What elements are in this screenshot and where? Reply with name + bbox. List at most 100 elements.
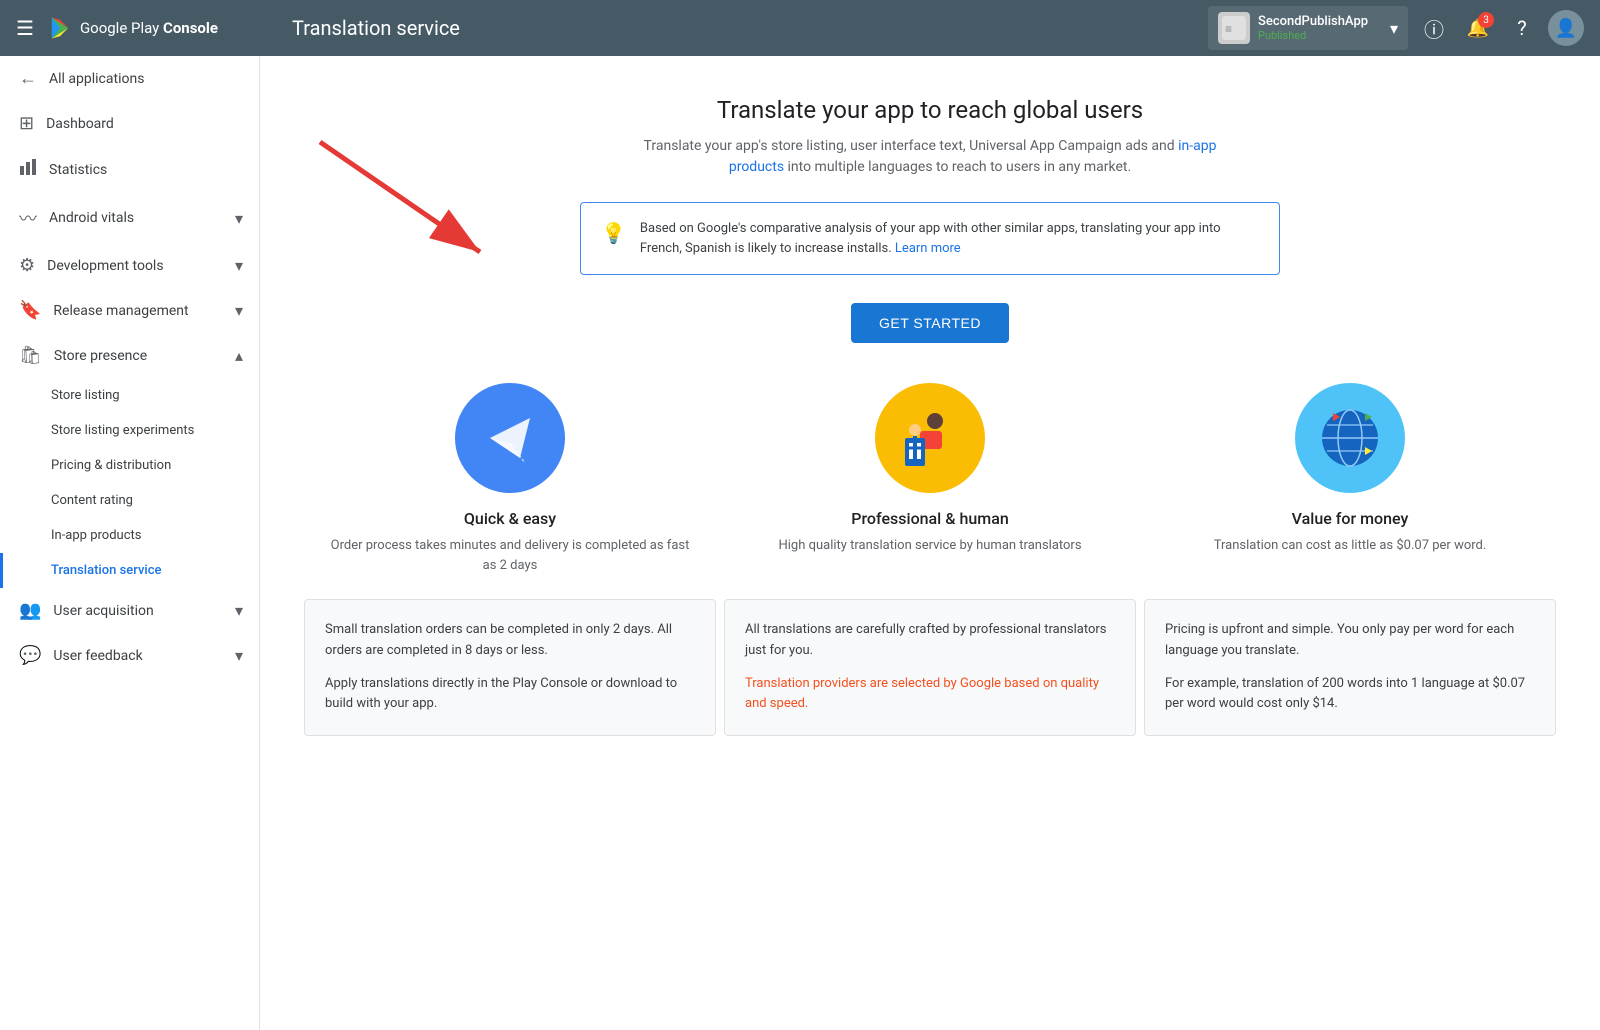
main-layout: ← All applications ⊞ Dashboard Statistic… xyxy=(0,56,1600,1030)
sidebar-sub-store-listing-experiments[interactable]: Store listing experiments xyxy=(0,413,259,448)
detail-card-value: Pricing is upfront and simple. You only … xyxy=(1144,599,1556,736)
detail-value-p1: Pricing is upfront and simple. You only … xyxy=(1165,620,1535,662)
feature-value-money: Value for money Translation can cost as … xyxy=(1140,383,1560,575)
sidebar-label-dashboard: Dashboard xyxy=(46,116,243,132)
info-box: 💡 Based on Google's comparative analysis… xyxy=(580,202,1280,275)
sidebar-label-android-vitals: Android vitals xyxy=(49,210,223,226)
detail-card-professional: All translations are carefully crafted b… xyxy=(724,599,1136,736)
bulb-icon: 💡 xyxy=(601,221,626,245)
release-management-icon: 🔖 xyxy=(19,300,41,321)
feature-professional-human-title: Professional & human xyxy=(744,509,1116,528)
detail-professional-p2: Translation providers are selected by Go… xyxy=(745,674,1115,716)
sidebar-label-release-management: Release management xyxy=(53,303,223,319)
info-text: Based on Google's comparative analysis o… xyxy=(640,219,1259,258)
feature-quick-easy: Quick & easy Order process takes minutes… xyxy=(300,383,720,575)
chevron-icon-4: ▴ xyxy=(235,346,243,365)
chevron-icon-3: ▾ xyxy=(235,301,243,320)
page-content: Translate your app to reach global users… xyxy=(260,56,1600,1030)
sidebar-item-user-feedback[interactable]: 💬 User feedback ▾ xyxy=(0,633,259,678)
app-info: SecondPublishApp Published xyxy=(1258,14,1382,42)
user-acquisition-icon: 👥 xyxy=(19,600,41,621)
quick-easy-icon xyxy=(455,383,565,493)
chevron-icon-2: ▾ xyxy=(235,256,243,275)
store-presence-icon: 🛍 xyxy=(19,345,42,366)
sidebar-sub-pricing-distribution[interactable]: Pricing & distribution xyxy=(0,448,259,483)
sidebar-sub-label-in-app-products: In-app products xyxy=(51,528,141,543)
logo-text: Google Play Console xyxy=(80,19,218,37)
sidebar-item-dashboard[interactable]: ⊞ Dashboard xyxy=(0,101,259,146)
logo-area: Google Play Console xyxy=(46,14,218,42)
android-vitals-icon: 〰 xyxy=(19,205,37,231)
sidebar: ← All applications ⊞ Dashboard Statistic… xyxy=(0,56,260,1030)
detail-value-p2: For example, translation of 200 words in… xyxy=(1165,674,1535,716)
chevron-icon: ▾ xyxy=(235,209,243,228)
sidebar-label-development-tools: Development tools xyxy=(47,258,223,274)
dashboard-icon: ⊞ xyxy=(19,113,34,134)
notification-icon[interactable]: 🔔 3 xyxy=(1460,10,1496,46)
learn-more-link[interactable]: Learn more xyxy=(895,241,961,256)
google-play-logo xyxy=(46,14,74,42)
app-name: SecondPublishApp xyxy=(1258,14,1382,29)
get-started-button[interactable]: GET STARTED xyxy=(851,303,1009,343)
content-area: Translate your app to reach global users… xyxy=(260,56,1600,1030)
professional-human-icon xyxy=(875,383,985,493)
app-icon: ≡ xyxy=(1218,12,1250,44)
sidebar-item-release-management[interactable]: 🔖 Release management ▾ xyxy=(0,288,259,333)
sidebar-sub-label-translation-service: Translation service xyxy=(51,563,161,578)
feature-professional-human: Professional & human High quality transl… xyxy=(720,383,1140,575)
hero-title: Translate your app to reach global users xyxy=(300,96,1560,124)
topbar: ☰ Google Play Console Translation servic… xyxy=(0,0,1600,56)
feature-quick-easy-title: Quick & easy xyxy=(324,509,696,528)
sidebar-label-user-feedback: User feedback xyxy=(53,648,223,664)
sidebar-label-statistics: Statistics xyxy=(49,162,243,178)
sidebar-item-store-presence[interactable]: 🛍 Store presence ▴ xyxy=(0,333,259,378)
translation-hero: Translate your app to reach global users… xyxy=(300,96,1560,178)
sidebar-item-back[interactable]: ← All applications xyxy=(0,56,259,101)
topbar-left: ☰ Google Play Console xyxy=(16,14,276,42)
statistics-icon xyxy=(19,158,37,181)
sidebar-back-label: All applications xyxy=(49,71,243,87)
help-circle-icon[interactable]: ⓘ xyxy=(1416,10,1452,46)
user-feedback-icon: 💬 xyxy=(19,645,41,666)
chevron-icon-5: ▾ xyxy=(235,601,243,620)
detail-professional-highlight: Translation providers are selected by Go… xyxy=(745,676,1099,712)
sidebar-sub-label-store-listing: Store listing xyxy=(51,388,120,403)
chevron-down-icon: ▾ xyxy=(1390,19,1398,38)
back-arrow-icon: ← xyxy=(19,68,37,89)
feature-value-money-title: Value for money xyxy=(1164,509,1536,528)
detail-quick-p1: Small translation orders can be complete… xyxy=(325,620,695,662)
sidebar-item-android-vitals[interactable]: 〰 Android vitals ▾ xyxy=(0,193,259,243)
hero-description: Translate your app's store listing, user… xyxy=(630,136,1230,178)
detail-quick-p2: Apply translations directly in the Play … xyxy=(325,674,695,716)
menu-icon[interactable]: ☰ xyxy=(16,16,34,40)
question-icon[interactable]: ? xyxy=(1504,10,1540,46)
sidebar-label-store-presence: Store presence xyxy=(54,348,223,364)
chevron-icon-6: ▾ xyxy=(235,646,243,665)
in-app-link[interactable]: in-app products xyxy=(729,138,1217,175)
feature-quick-easy-desc: Order process takes minutes and delivery… xyxy=(324,536,696,575)
value-money-icon xyxy=(1295,383,1405,493)
sidebar-sub-label-store-listing-experiments: Store listing experiments xyxy=(51,423,194,438)
topbar-right: ≡ SecondPublishApp Published ▾ ⓘ 🔔 3 ? 👤 xyxy=(1208,6,1584,50)
avatar[interactable]: 👤 xyxy=(1548,10,1584,46)
feature-value-money-desc: Translation can cost as little as $0.07 … xyxy=(1164,536,1536,556)
sidebar-sub-translation-service[interactable]: Translation service xyxy=(0,553,259,588)
sidebar-item-user-acquisition[interactable]: 👥 User acquisition ▾ xyxy=(0,588,259,633)
sidebar-sub-content-rating[interactable]: Content rating xyxy=(0,483,259,518)
app-selector[interactable]: ≡ SecondPublishApp Published ▾ xyxy=(1208,6,1408,50)
svg-text:≡: ≡ xyxy=(1225,22,1232,36)
feature-professional-human-desc: High quality translation service by huma… xyxy=(744,536,1116,556)
detail-row: Small translation orders can be complete… xyxy=(300,599,1560,736)
features-row: Quick & easy Order process takes minutes… xyxy=(300,383,1560,575)
topbar-center: Translation service xyxy=(276,16,1208,40)
sidebar-item-development-tools[interactable]: ⚙ Development tools ▾ xyxy=(0,243,259,288)
sidebar-sub-store-listing[interactable]: Store listing xyxy=(0,378,259,413)
sidebar-sub-label-content-rating: Content rating xyxy=(51,493,133,508)
detail-professional-p1: All translations are carefully crafted b… xyxy=(745,620,1115,662)
development-tools-icon: ⚙ xyxy=(19,255,35,276)
notification-badge: 3 xyxy=(1478,12,1494,28)
sidebar-sub-in-app-products[interactable]: In-app products xyxy=(0,518,259,553)
sidebar-label-user-acquisition: User acquisition xyxy=(53,603,223,619)
page-title-bar: Translation service xyxy=(292,16,460,40)
sidebar-item-statistics[interactable]: Statistics xyxy=(0,146,259,193)
